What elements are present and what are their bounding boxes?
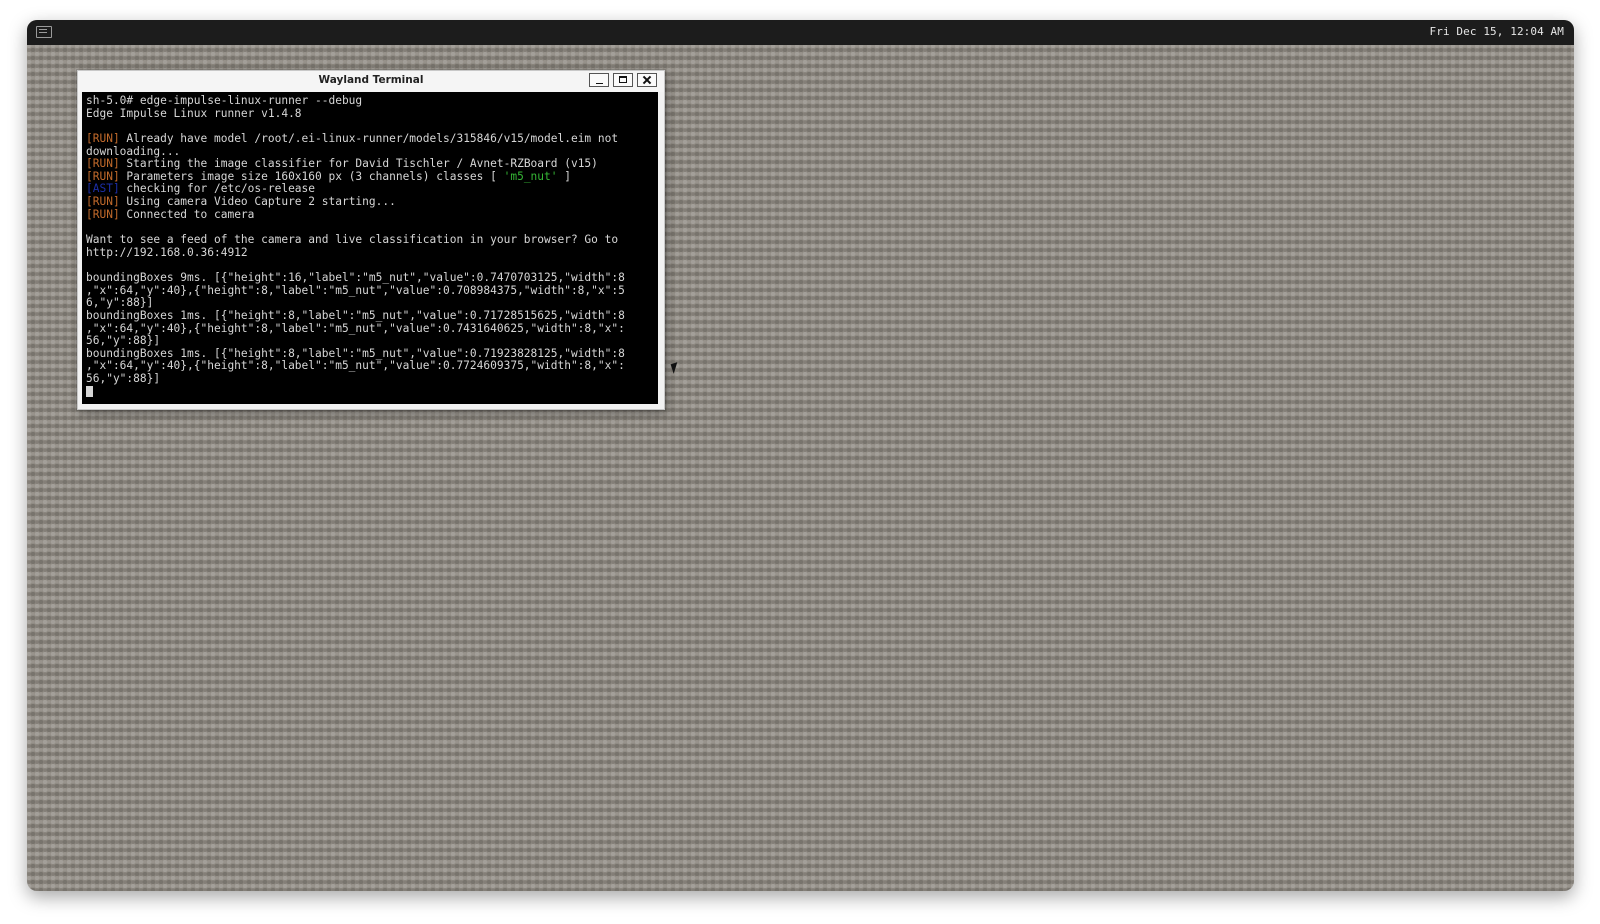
- log-text: boundingBoxes 1ms. [{"height":8,"label":…: [86, 346, 625, 360]
- mouse-pointer-icon: [670, 362, 681, 374]
- log-text: ,"x":64,"y":40},{"height":8,"label":"m5_…: [86, 321, 625, 335]
- terminal-line: Edge Impulse Linux runner v1.4.8: [86, 106, 654, 121]
- terminal-output[interactable]: sh-5.0# edge-impulse-linux-runner --debu…: [82, 92, 658, 404]
- log-tag: [RUN]: [86, 207, 120, 221]
- log-text: http://192.168.0.36:4912: [86, 245, 248, 259]
- class-label: 'm5_nut': [503, 169, 558, 183]
- terminal-line: http://192.168.0.36:4912: [86, 245, 654, 260]
- log-tag: [RUN]: [86, 169, 120, 183]
- terminal-window[interactable]: Wayland Terminal sh-5.0# edge-impulse-li…: [77, 70, 665, 410]
- text-cursor: [86, 385, 93, 397]
- log-tag: [AST]: [86, 182, 120, 196]
- window-titlebar[interactable]: Wayland Terminal: [78, 71, 664, 92]
- log-text: 6,"y":88}]: [86, 296, 154, 310]
- log-text: Connected to camera: [119, 207, 255, 221]
- top-panel: Fri Dec 15, 12:04 AM: [27, 20, 1574, 45]
- log-tag: [RUN]: [86, 131, 120, 145]
- log-text: 56,"y":88}]: [86, 334, 161, 348]
- clock[interactable]: Fri Dec 15, 12:04 AM: [1430, 25, 1564, 38]
- log-text: Starting the image classifier for David …: [119, 157, 598, 171]
- window-title: Wayland Terminal: [318, 74, 424, 86]
- terminal-line: ,"x":64,"y":40},{"height":8,"label":"m5_…: [86, 321, 654, 336]
- desktop: Fri Dec 15, 12:04 AM Wayland Terminal sh…: [27, 20, 1574, 891]
- minimize-icon[interactable]: [589, 73, 609, 87]
- log-tag: [RUN]: [86, 157, 120, 171]
- log-text: Parameters image size 160x160 px (3 chan…: [119, 169, 504, 183]
- log-text: boundingBoxes 1ms. [{"height":8,"label":…: [86, 308, 625, 322]
- terminal-line: ,"x":64,"y":40},{"height":8,"label":"m5_…: [86, 283, 654, 298]
- log-text: boundingBoxes 9ms. [{"height":16,"label"…: [86, 270, 625, 284]
- prompt-line: [86, 385, 654, 399]
- log-text: ,"x":64,"y":40},{"height":8,"label":"m5_…: [86, 359, 625, 373]
- maximize-icon[interactable]: [613, 73, 633, 87]
- log-text: sh-5.0# edge-impulse-linux-runner --debu…: [86, 94, 363, 107]
- log-text: downloading...: [86, 144, 181, 158]
- terminal-line: [RUN] Connected to camera: [86, 207, 654, 222]
- log-text: Using camera Video Capture 2 starting...: [119, 195, 396, 209]
- log-text: 56,"y":88}]: [86, 372, 161, 386]
- log-tag: [RUN]: [86, 195, 120, 209]
- close-icon[interactable]: [637, 73, 657, 87]
- log-text: Want to see a feed of the camera and liv…: [86, 233, 619, 247]
- terminal-icon[interactable]: [36, 26, 52, 38]
- terminal-line: 56,"y":88}]: [86, 372, 654, 386]
- terminal-line: ,"x":64,"y":40},{"height":8,"label":"m5_…: [86, 360, 654, 373]
- log-text: Edge Impulse Linux runner v1.4.8: [86, 106, 302, 120]
- log-text-tail: ]: [557, 169, 571, 183]
- log-text: checking for /etc/os-release: [119, 182, 316, 196]
- log-text: ,"x":64,"y":40},{"height":8,"label":"m5_…: [86, 283, 625, 297]
- log-text: Already have model /root/.ei-linux-runne…: [119, 131, 619, 145]
